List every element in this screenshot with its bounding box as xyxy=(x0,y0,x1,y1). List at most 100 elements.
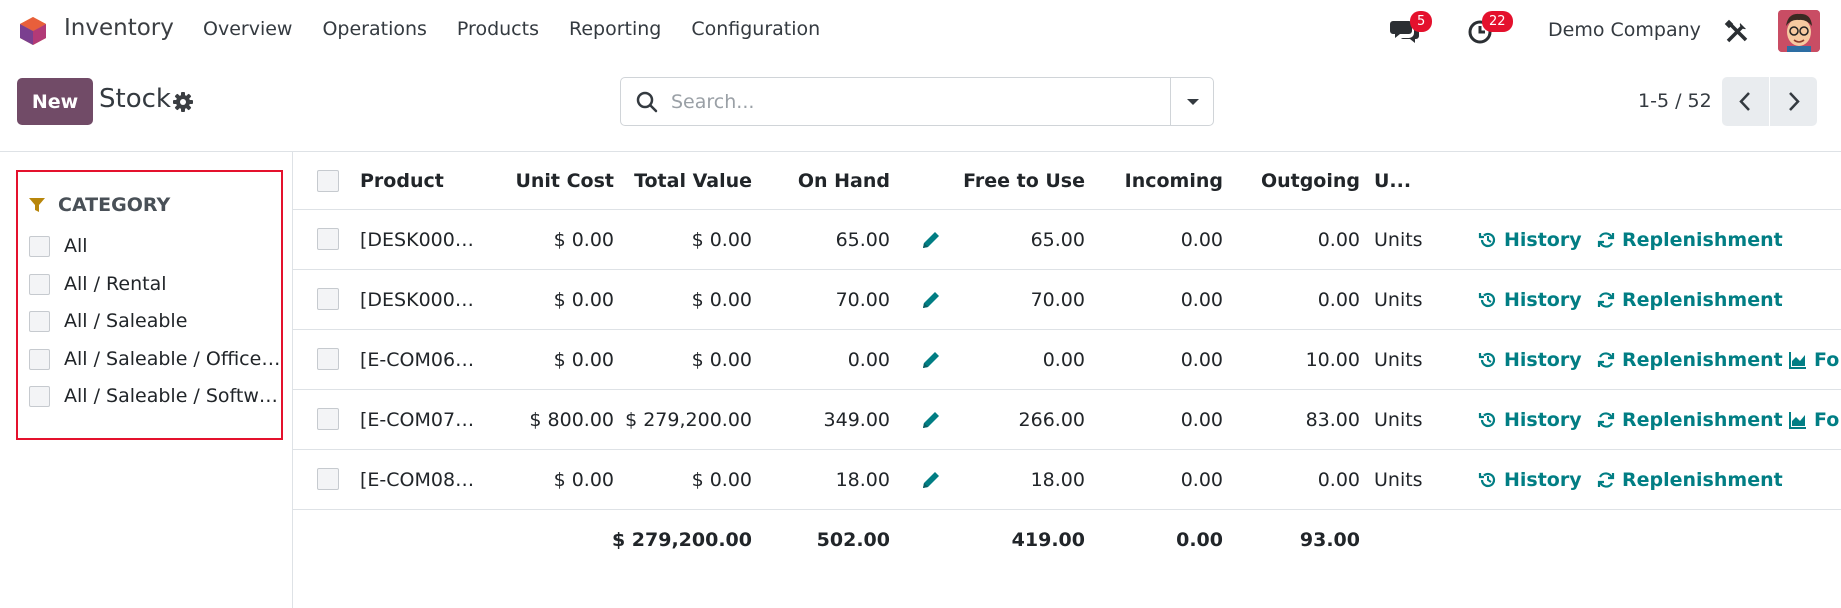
header-total-value[interactable]: Total Value xyxy=(614,152,752,209)
pencil-icon[interactable] xyxy=(920,229,942,251)
table-row[interactable]: [E-COM06… $ 0.00 $ 0.00 0.00 0.00 0.00 10.00 Un… xyxy=(293,330,1841,390)
history-icon xyxy=(1478,412,1496,427)
tools-icon[interactable] xyxy=(1724,19,1750,45)
replenishment-label: Replenishment xyxy=(1622,468,1783,491)
select-all-checkbox[interactable] xyxy=(317,170,339,192)
history-button[interactable]: History xyxy=(1478,330,1582,389)
header-product[interactable]: Product xyxy=(360,152,444,209)
cell-on-hand: 0.00 xyxy=(847,348,890,371)
replenishment-label: Replenishment xyxy=(1622,348,1783,371)
menu-products[interactable]: Products xyxy=(457,18,539,40)
cell-on-hand: 18.00 xyxy=(835,468,890,491)
cell-free-to-use: 65.00 xyxy=(1030,228,1085,251)
category-item-all[interactable]: All xyxy=(29,235,283,257)
forecast-button[interactable]: Fo xyxy=(1788,390,1839,449)
avatar[interactable] xyxy=(1778,10,1820,52)
pencil-icon[interactable] xyxy=(920,409,942,431)
cell-uom: Units xyxy=(1374,468,1423,491)
history-icon xyxy=(1478,472,1496,487)
row-checkbox[interactable] xyxy=(317,408,339,430)
category-item-saleable[interactable]: All / Saleable xyxy=(29,310,283,332)
cell-incoming: 0.00 xyxy=(1180,288,1223,311)
cell-outgoing: 0.00 xyxy=(1317,228,1360,251)
main-menu: Overview Operations Products Reporting C… xyxy=(203,18,850,40)
cell-uom: Units xyxy=(1374,288,1423,311)
menu-operations[interactable]: Operations xyxy=(322,18,426,40)
pager-previous-button[interactable] xyxy=(1722,77,1769,126)
incoming-sum: 0.00 xyxy=(1176,529,1223,551)
search-input[interactable] xyxy=(671,88,1131,116)
row-checkbox[interactable] xyxy=(317,468,339,490)
totals-row: $ 279,200.00 502.00 419.00 0.00 93.00 xyxy=(293,510,1841,570)
pencil-icon[interactable] xyxy=(920,289,942,311)
cell-outgoing: 0.00 xyxy=(1317,288,1360,311)
category-checkbox[interactable] xyxy=(29,235,50,257)
history-button[interactable]: History xyxy=(1478,390,1582,449)
replenishment-button[interactable]: Replenishment xyxy=(1596,450,1783,509)
forecast-button[interactable]: Fo xyxy=(1788,330,1839,389)
category-item-office-furniture[interactable]: All / Saleable / Office Furniture xyxy=(29,348,283,370)
category-heading: CATEGORY xyxy=(28,194,170,216)
category-item-label: All xyxy=(64,235,88,257)
refresh-icon xyxy=(1597,411,1615,428)
category-item-label: All / Rental xyxy=(64,273,167,295)
header-uom[interactable]: U... xyxy=(1374,152,1411,209)
replenishment-button[interactable]: Replenishment xyxy=(1596,330,1783,389)
table-row[interactable]: [DESK000… $ 0.00 $ 0.00 70.00 70.00 0.00 0.00 U… xyxy=(293,270,1841,330)
category-checkbox[interactable] xyxy=(29,273,50,295)
header-free-to-use[interactable]: Free to Use xyxy=(933,152,1085,209)
table-row[interactable]: [E-COM07… $ 800.00 $ 279,200.00 349.00 266.0… xyxy=(293,390,1841,450)
header-on-hand[interactable]: On Hand xyxy=(752,152,890,209)
history-label: History xyxy=(1504,228,1582,251)
cell-incoming: 0.00 xyxy=(1180,408,1223,431)
replenishment-button[interactable]: Replenishment xyxy=(1596,210,1783,269)
cell-on-hand: 349.00 xyxy=(823,408,890,431)
forecast-label: Fo xyxy=(1814,408,1840,431)
replenishment-label: Replenishment xyxy=(1622,408,1783,431)
header-outgoing[interactable]: Outgoing xyxy=(1223,152,1360,209)
refresh-icon xyxy=(1597,471,1615,488)
pencil-icon[interactable] xyxy=(920,349,942,371)
history-button[interactable]: History xyxy=(1478,210,1582,269)
category-item-software[interactable]: All / Saleable / Software xyxy=(29,385,283,407)
chevron-right-icon xyxy=(1789,92,1800,111)
on-hand-sum: 502.00 xyxy=(816,529,890,551)
row-checkbox[interactable] xyxy=(317,348,339,370)
cell-outgoing: 0.00 xyxy=(1317,468,1360,491)
caret-down-icon[interactable] xyxy=(1184,95,1202,109)
cell-incoming: 0.00 xyxy=(1180,468,1223,491)
table-row[interactable]: [E-COM08… $ 0.00 $ 0.00 18.00 18.00 0.00 0.00 U… xyxy=(293,450,1841,510)
cell-free-to-use: 18.00 xyxy=(1030,468,1085,491)
header-incoming[interactable]: Incoming xyxy=(1085,152,1223,209)
history-button[interactable]: History xyxy=(1478,450,1582,509)
gear-icon[interactable] xyxy=(172,91,194,113)
menu-overview[interactable]: Overview xyxy=(203,18,292,40)
category-item-rental[interactable]: All / Rental xyxy=(29,273,283,295)
row-checkbox[interactable] xyxy=(317,288,339,310)
menu-configuration[interactable]: Configuration xyxy=(691,18,820,40)
replenishment-button[interactable]: Replenishment xyxy=(1596,270,1783,329)
pager-value[interactable]: 1-5 / 52 xyxy=(1638,90,1712,112)
history-icon xyxy=(1478,232,1496,247)
header-unit-cost[interactable]: Unit Cost xyxy=(443,152,614,209)
cell-unit-cost: $ 0.00 xyxy=(553,468,614,491)
company-switcher[interactable]: Demo Company xyxy=(1548,19,1701,41)
category-checkbox[interactable] xyxy=(29,310,50,332)
cell-unit-cost: $ 0.00 xyxy=(553,228,614,251)
table-row[interactable]: [DESK000… $ 0.00 $ 0.00 65.00 65.00 0.00 0.00 U… xyxy=(293,210,1841,270)
new-button[interactable]: New xyxy=(17,78,93,125)
pager-next-button[interactable] xyxy=(1770,77,1817,126)
chevron-left-icon xyxy=(1739,92,1750,111)
cell-incoming: 0.00 xyxy=(1180,348,1223,371)
replenishment-button[interactable]: Replenishment xyxy=(1596,390,1783,449)
pencil-icon[interactable] xyxy=(920,469,942,491)
category-checkbox[interactable] xyxy=(29,348,50,370)
odoo-logo-icon[interactable] xyxy=(18,16,48,46)
category-checkbox[interactable] xyxy=(29,385,50,407)
row-checkbox[interactable] xyxy=(317,228,339,250)
replenishment-label: Replenishment xyxy=(1622,288,1783,311)
history-button[interactable]: History xyxy=(1478,270,1582,329)
app-name[interactable]: Inventory xyxy=(64,15,174,41)
menu-reporting[interactable]: Reporting xyxy=(569,18,661,40)
total-value-sum: $ 279,200.00 xyxy=(611,529,752,551)
